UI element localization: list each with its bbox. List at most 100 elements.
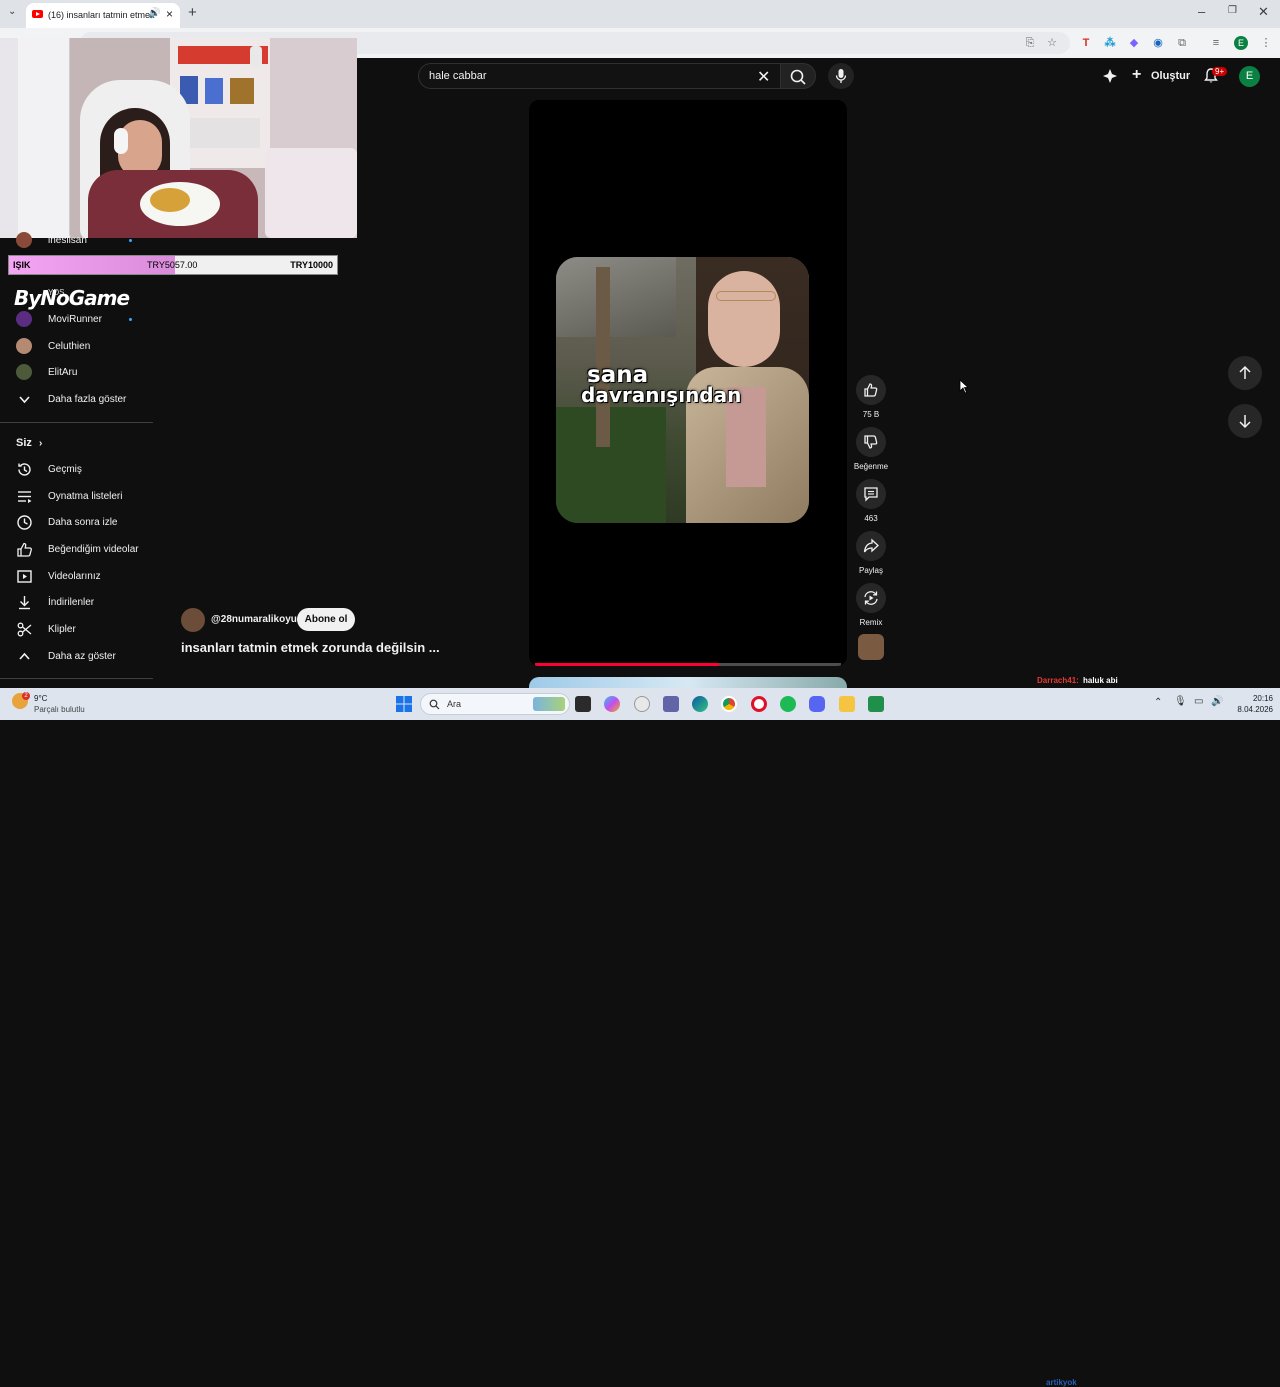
create-label: Oluştur xyxy=(1151,70,1191,82)
spotify-icon[interactable] xyxy=(780,696,796,712)
sidebar-item-clips[interactable]: Klipler xyxy=(0,616,153,642)
subscribe-button[interactable]: Abone ol xyxy=(297,608,355,631)
sidebar-item-subscription[interactable]: Celuthien xyxy=(0,333,153,359)
show-less-button[interactable]: Daha az göster xyxy=(0,643,153,669)
live-dot xyxy=(129,318,132,321)
extension-icon[interactable]: ◉ xyxy=(1151,36,1165,50)
settings-app-icon[interactable] xyxy=(634,696,650,712)
search-input[interactable]: hale cabbar ✕ xyxy=(418,63,780,89)
remix-button[interactable] xyxy=(856,583,886,613)
voice-search-button[interactable] xyxy=(828,63,854,89)
app-icon[interactable] xyxy=(868,696,884,712)
chevron-down-icon xyxy=(19,396,30,404)
sidebar-item-your-videos[interactable]: Videolarınız xyxy=(0,563,153,589)
sidebar-item-subscription[interactable]: ElitAru xyxy=(0,359,153,385)
puzzle-icon[interactable]: ⧉ xyxy=(1175,36,1189,50)
previous-short-button[interactable] xyxy=(1228,356,1262,390)
browser-tab[interactable]: (16) insanları tatmin etmek 🔊 × xyxy=(26,3,180,28)
donation-name: IŞIK xyxy=(13,260,31,270)
minimize-icon[interactable]: – xyxy=(1198,4,1205,19)
translate-extension-icon[interactable]: ⁂ xyxy=(1103,36,1117,50)
sidebar-item-liked-videos[interactable]: Beğendiğim videolar xyxy=(0,536,153,562)
sidebar-item-subscription[interactable]: MoviRunner xyxy=(0,306,153,332)
search-button[interactable] xyxy=(780,63,816,89)
channel-name[interactable]: @28numaralikoyun xyxy=(211,614,303,625)
chevron-right-icon: › xyxy=(38,438,43,449)
search-icon xyxy=(790,69,806,85)
weather-condition: Parçalı bulutlu xyxy=(34,705,85,714)
restore-icon[interactable]: ❐ xyxy=(1228,5,1237,16)
sidebar-item-playlists[interactable]: Oynatma listeleri xyxy=(0,483,153,509)
clear-search-icon[interactable]: ✕ xyxy=(757,67,770,87)
avatar[interactable]: E xyxy=(1239,66,1260,87)
subscription-label: MoviRunner xyxy=(48,314,102,325)
shorts-player[interactable]: sana davranışından xyxy=(529,100,847,666)
channel-avatar[interactable] xyxy=(181,608,205,632)
sidebar-item-history[interactable]: Geçmiş xyxy=(0,456,153,482)
network-icon[interactable]: ▭ xyxy=(1194,696,1203,707)
clips-icon xyxy=(17,622,32,637)
mic-icon[interactable]: 🎙 xyxy=(1174,696,1187,707)
subscription-label: Celuthien xyxy=(48,341,91,352)
show-less-label: Daha az göster xyxy=(48,651,116,662)
volume-icon[interactable]: 🔊 xyxy=(1211,696,1223,707)
clock-date[interactable]: 8.04.2026 xyxy=(1233,705,1273,714)
history-icon xyxy=(18,463,31,476)
sidebar-item-watch-later[interactable]: Daha sonra izle xyxy=(0,509,153,535)
remix-label: Remix xyxy=(859,618,883,627)
profile-avatar-icon[interactable]: E xyxy=(1234,36,1248,50)
thumbs-up-icon xyxy=(864,383,878,397)
weather-temperature: 9°C xyxy=(34,694,48,703)
comments-button[interactable] xyxy=(856,479,886,509)
discord-icon[interactable] xyxy=(809,696,825,712)
opera-icon[interactable] xyxy=(751,696,767,712)
chrome-icon[interactable] xyxy=(721,696,737,712)
edge-icon[interactable] xyxy=(692,696,708,712)
sidebar-item-downloads[interactable]: İndirilenler xyxy=(0,589,153,615)
channel-avatar xyxy=(16,338,32,354)
show-more-button[interactable]: Daha fazla göster xyxy=(0,386,153,412)
mouse-cursor-icon xyxy=(959,379,969,394)
extension-icon[interactable]: T xyxy=(1079,36,1093,50)
like-button[interactable] xyxy=(856,375,886,405)
playlists-label: Oynatma listeleri xyxy=(48,491,123,502)
ai-sparkle-icon[interactable] xyxy=(1102,68,1118,84)
chevron-up-icon xyxy=(19,652,30,660)
windows-start-icon[interactable] xyxy=(396,696,412,712)
star-icon[interactable]: ☆ xyxy=(1045,36,1059,50)
caption-line-2: davranışından xyxy=(581,383,742,407)
close-icon[interactable]: × xyxy=(166,7,173,21)
channel-avatar xyxy=(16,364,32,380)
you-section-header[interactable]: Siz › xyxy=(16,437,42,449)
short-title[interactable]: insanları tatmin etmek zorunda değilsin … xyxy=(181,640,440,655)
audio-icon[interactable]: 🔊 xyxy=(148,8,160,19)
task-view-icon[interactable] xyxy=(575,696,591,712)
youtube-favicon-icon xyxy=(32,10,43,18)
extension-icon[interactable]: ◆ xyxy=(1127,36,1141,50)
audio-source-thumbnail[interactable] xyxy=(858,634,884,660)
chevron-up-icon[interactable]: ⌃ xyxy=(1154,697,1162,708)
share-button[interactable] xyxy=(856,531,886,561)
install-icon[interactable]: ⎘ xyxy=(1023,36,1037,50)
sidebar-item-subscription[interactable]: inesilsan xyxy=(0,227,153,253)
copilot-icon[interactable] xyxy=(604,696,620,712)
taskbar-search[interactable]: Ara xyxy=(420,693,570,715)
kebab-menu-icon[interactable]: ⋮ xyxy=(1259,36,1273,50)
file-explorer-icon[interactable] xyxy=(839,696,855,712)
plus-icon: + xyxy=(1132,66,1142,83)
sidebar-divider xyxy=(0,422,153,423)
next-short-button[interactable] xyxy=(1228,404,1262,438)
dislike-button[interactable] xyxy=(856,427,886,457)
plus-icon[interactable]: + xyxy=(188,4,197,21)
teams-icon[interactable] xyxy=(663,696,679,712)
channel-avatar xyxy=(16,311,32,327)
media-icon[interactable]: ≡ xyxy=(1209,36,1223,50)
watch-later-icon xyxy=(17,515,32,530)
clock-time[interactable]: 20:16 xyxy=(1233,694,1273,703)
taskbar-search-placeholder: Ara xyxy=(447,699,462,709)
chevron-down-icon[interactable]: ⌄ xyxy=(8,6,16,17)
share-icon xyxy=(863,538,879,553)
video-progress-bar[interactable] xyxy=(535,663,841,666)
windows-taskbar: 2 9°C Parçalı bulutlu Ara artikyok ⌃ 🎙 ▭… xyxy=(0,688,1280,1387)
close-window-icon[interactable]: ✕ xyxy=(1258,4,1269,20)
